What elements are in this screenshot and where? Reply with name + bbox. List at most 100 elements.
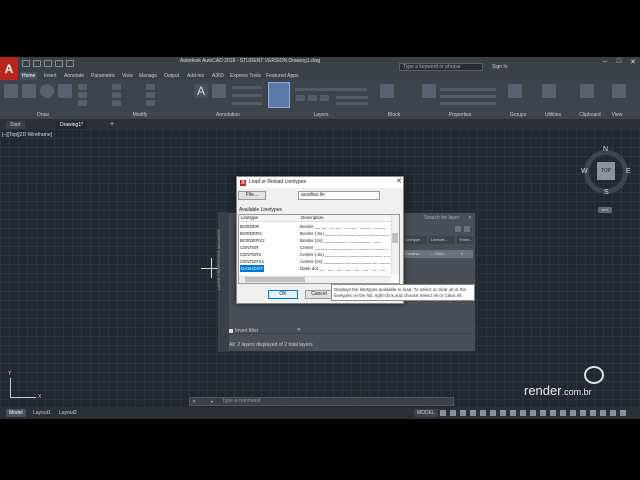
layer-off-icon[interactable] bbox=[296, 95, 305, 101]
file-name-field[interactable]: acadiso.lin bbox=[298, 191, 380, 200]
horizontal-scroll-thumb[interactable] bbox=[245, 277, 305, 282]
list-item[interactable]: BORDERX2 Border (2x) ____ ____ . ____ ___… bbox=[239, 237, 391, 244]
tab-annotate[interactable]: Annotate bbox=[62, 72, 86, 80]
layer-settings-icon[interactable] bbox=[464, 226, 470, 232]
tab-layout1[interactable]: Layout1 bbox=[30, 409, 54, 417]
panel-label-utilities[interactable]: Utilities bbox=[538, 111, 568, 119]
trim-tool-icon[interactable] bbox=[146, 84, 155, 90]
ok-button[interactable]: OK bbox=[268, 290, 298, 299]
move-tool-icon[interactable] bbox=[78, 84, 87, 90]
list-item[interactable]: CENTER2 Center (.5x) ___ _ ___ _ ___ _ __… bbox=[239, 251, 391, 258]
vertical-scrollbar[interactable] bbox=[391, 215, 399, 275]
compass-east[interactable]: E bbox=[626, 168, 631, 175]
base-view-icon[interactable] bbox=[612, 84, 626, 98]
viewport-controls-label[interactable]: [–][Top][2D Wireframe] bbox=[2, 132, 52, 138]
tab-output[interactable]: Output bbox=[162, 72, 181, 80]
search-input[interactable]: Type a keyword or phrase bbox=[399, 63, 483, 71]
compass-north[interactable]: N bbox=[603, 146, 608, 153]
model-space-toggle[interactable]: MODEL bbox=[414, 409, 438, 417]
invert-filter-checkbox[interactable] bbox=[229, 329, 233, 333]
col-linetype-header[interactable]: Linetype bbox=[241, 215, 258, 220]
file-button[interactable]: File... bbox=[238, 191, 266, 200]
fillet-tool-icon[interactable] bbox=[146, 92, 155, 98]
layer-row-lineweight[interactable]: — Defa... bbox=[430, 250, 447, 258]
make-current-button[interactable] bbox=[336, 96, 368, 99]
dimension-tool-icon[interactable] bbox=[212, 84, 226, 98]
compass-south[interactable]: S bbox=[604, 189, 609, 196]
panel-label-block[interactable]: Block bbox=[382, 111, 406, 119]
viewcube-top-face[interactable]: TOP bbox=[597, 162, 615, 180]
undo-icon[interactable] bbox=[55, 60, 63, 67]
new-tab-icon[interactable]: + bbox=[110, 121, 118, 128]
panel-label-properties[interactable]: Properties bbox=[440, 111, 480, 119]
tab-home[interactable]: Home bbox=[20, 72, 38, 80]
leader-dropdown[interactable] bbox=[232, 94, 262, 97]
panel-label-view[interactable]: View bbox=[606, 111, 628, 119]
layer-row[interactable]: Continu... — Defa... 0 bbox=[403, 250, 473, 258]
column-transparency[interactable]: Trans... bbox=[457, 236, 473, 244]
tab-a360[interactable]: A360 bbox=[210, 72, 226, 80]
panel-label-draw[interactable]: Draw bbox=[30, 111, 56, 119]
table-dropdown[interactable] bbox=[232, 102, 262, 105]
match-properties-icon[interactable] bbox=[422, 84, 436, 98]
stretch-tool-icon[interactable] bbox=[78, 100, 87, 106]
palette-close-icon[interactable]: ✕ bbox=[468, 215, 473, 221]
column-lineweight[interactable]: Linewei... bbox=[429, 236, 455, 244]
command-close-icon[interactable]: ✕ bbox=[192, 399, 198, 405]
insert-block-icon[interactable] bbox=[380, 84, 394, 98]
linetype-dropdown[interactable] bbox=[440, 102, 496, 105]
group-icon[interactable] bbox=[508, 84, 522, 98]
panel-label-clipboard[interactable]: Clipboard bbox=[574, 111, 606, 119]
doc-tab-drawing1[interactable]: Drawing1* bbox=[56, 121, 88, 129]
wcs-menu[interactable]: WCS bbox=[598, 207, 612, 213]
polyline-tool-icon[interactable] bbox=[22, 84, 36, 98]
tab-model[interactable]: Model bbox=[6, 409, 26, 417]
save-icon[interactable] bbox=[44, 60, 52, 67]
layer-row-transparency[interactable]: 0 bbox=[461, 250, 463, 258]
tab-manage[interactable]: Manage bbox=[137, 72, 159, 80]
close-button[interactable]: ✕ bbox=[626, 58, 640, 68]
lineweight-dropdown[interactable] bbox=[440, 95, 496, 98]
circle-tool-icon[interactable] bbox=[40, 84, 54, 98]
measure-icon[interactable] bbox=[542, 84, 556, 98]
list-item[interactable]: BORDER2 Border (.5x) __.__.__.__.__.__.__… bbox=[239, 230, 391, 237]
text-tool-icon[interactable]: A bbox=[194, 84, 208, 98]
layer-lock-icon[interactable] bbox=[320, 95, 329, 101]
minimize-button[interactable]: – bbox=[598, 58, 612, 68]
list-item[interactable]: CENTER Center ____ _ ____ _ ____ _ ____ _… bbox=[239, 244, 391, 251]
list-item[interactable]: CENTERX2 Center (2x) ________ __ ________… bbox=[239, 258, 391, 265]
layer-dropdown[interactable] bbox=[295, 88, 367, 91]
layer-freeze-icon[interactable] bbox=[308, 95, 317, 101]
compass-west[interactable]: W bbox=[581, 168, 588, 175]
match-layer-button[interactable] bbox=[336, 102, 368, 105]
tab-featured-apps[interactable]: Featured Apps bbox=[264, 72, 301, 80]
status-toggle-icons[interactable] bbox=[440, 410, 630, 416]
col-description-header[interactable]: Description bbox=[301, 215, 324, 220]
copy-tool-icon[interactable] bbox=[78, 92, 87, 98]
linear-dropdown[interactable] bbox=[232, 86, 262, 89]
layer-search-icon[interactable] bbox=[455, 226, 461, 232]
mirror-tool-icon[interactable] bbox=[112, 92, 121, 98]
panel-label-modify[interactable]: Modify bbox=[125, 111, 155, 119]
list-item[interactable]: BORDER Border __ __ . __ __ . __ __ . __ … bbox=[239, 223, 391, 230]
tab-express-tools[interactable]: Express Tools bbox=[228, 72, 263, 80]
rotate-tool-icon[interactable] bbox=[112, 84, 121, 90]
command-line-input[interactable]: Type a command bbox=[189, 397, 454, 406]
scale-tool-icon[interactable] bbox=[112, 100, 121, 106]
tab-insert[interactable]: Insert bbox=[42, 72, 59, 80]
column-linetype[interactable]: Linetype bbox=[403, 236, 427, 244]
maximize-button[interactable]: □ bbox=[612, 58, 626, 68]
cancel-button[interactable]: Cancel bbox=[305, 290, 333, 299]
color-dropdown[interactable] bbox=[440, 88, 496, 91]
open-file-icon[interactable] bbox=[33, 60, 41, 67]
dialog-close-button[interactable]: ✕ bbox=[395, 177, 403, 187]
tab-layout2[interactable]: Layout2 bbox=[56, 409, 80, 417]
doc-tab-start[interactable]: Start bbox=[6, 121, 25, 129]
tab-view[interactable]: View bbox=[120, 72, 135, 80]
tab-add-ins[interactable]: Add-ins bbox=[185, 72, 206, 80]
paste-icon[interactable] bbox=[580, 84, 594, 98]
redo-icon[interactable] bbox=[66, 60, 74, 67]
layer-search-input[interactable]: Search for layer bbox=[424, 215, 464, 221]
sign-in-link[interactable]: Sign In bbox=[492, 64, 508, 70]
layer-row-linetype[interactable]: Continu... bbox=[405, 251, 422, 256]
